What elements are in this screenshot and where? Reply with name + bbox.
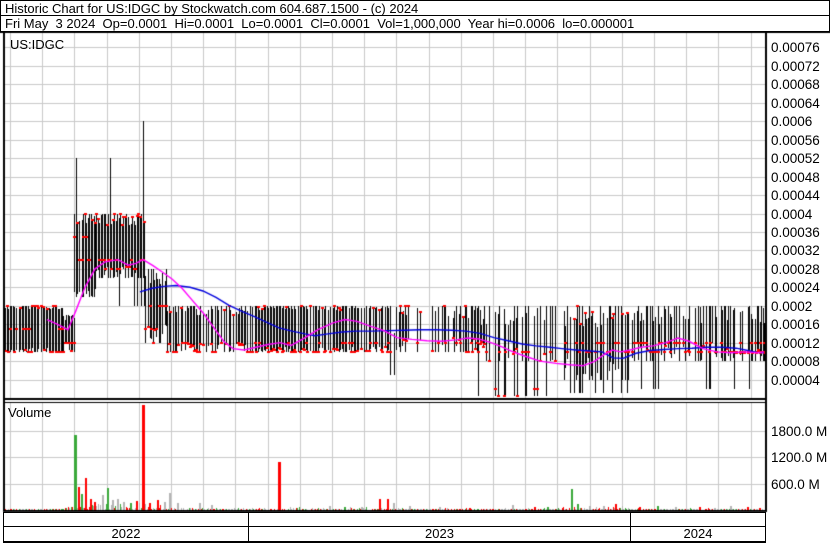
price-axis-tick: 0.0002 (771, 299, 813, 314)
month-row-cell (248, 512, 631, 527)
price-axis-tick: 0.00068 (771, 77, 820, 92)
chart-title: Historic Chart for US:IDGC by Stockwatch… (1, 1, 829, 16)
month-row-cell (630, 512, 766, 527)
price-axis-tick: 0.00004 (771, 373, 820, 388)
price-axis-tick: 0.00032 (771, 243, 820, 258)
price-axis-tick: 0.00016 (771, 317, 820, 332)
price-axis-tick: 0.00012 (771, 336, 820, 351)
year-cell-2024: 2024 (630, 526, 766, 543)
price-axis-tick: 0.00076 (771, 40, 820, 55)
price-axis-tick: 0.00072 (771, 59, 820, 74)
price-axis-tick: 0.0004 (771, 207, 813, 222)
price-axis-tick: 0.00048 (771, 170, 820, 185)
symbol-label: US:IDGC (10, 37, 65, 52)
price-volume-chart-canvas (0, 0, 830, 543)
price-axis-tick: 0.00044 (771, 188, 820, 203)
price-axis-tick: 0.00056 (771, 133, 820, 148)
volume-pane-label: Volume (8, 405, 52, 420)
price-axis-tick: 0.00036 (771, 225, 820, 240)
price-axis-tick: 0.00028 (771, 262, 820, 277)
quote-summary-line: Fri May 3 2024 Op=0.0001 Hi=0.0001 Lo=0.… (5, 16, 635, 31)
price-axis-tick: 0.00052 (771, 151, 820, 166)
volume-axis-tick: 1800.0 M (771, 424, 828, 439)
year-cell-2022: 2022 (3, 526, 249, 543)
stockwatch-historic-chart-window: Historic Chart for US:IDGC by Stockwatch… (0, 0, 830, 543)
price-axis-tick: 0.0006 (771, 114, 813, 129)
year-cell-2023: 2023 (248, 526, 631, 543)
price-axis-tick: 0.00064 (771, 96, 820, 111)
month-row-cell (3, 512, 249, 527)
price-axis-tick: 0.00008 (771, 354, 820, 369)
price-axis-tick: 0.00024 (771, 280, 820, 295)
chart-header: Historic Chart for US:IDGC by Stockwatch… (0, 0, 830, 32)
volume-axis-tick: 600.0 M (771, 477, 820, 492)
volume-axis-tick: 1200.0 M (771, 450, 828, 465)
time-axis: 2022 2023 2024 (3, 512, 769, 543)
